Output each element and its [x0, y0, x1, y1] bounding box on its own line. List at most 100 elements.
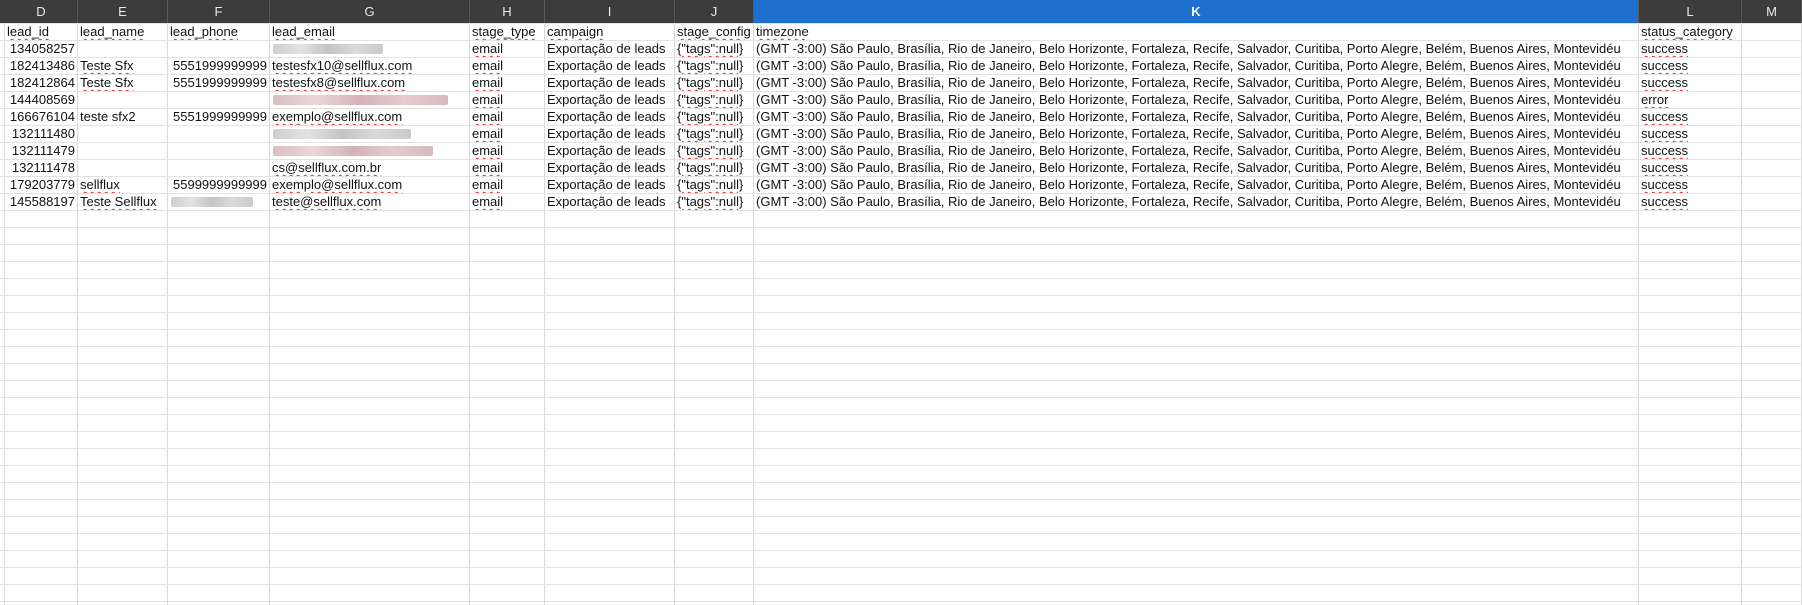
- cell-timezone[interactable]: (GMT -3:00) São Paulo, Brasília, Rio de …: [754, 108, 1639, 125]
- cell-lead-name[interactable]: [78, 142, 168, 159]
- cell-stage-type[interactable]: email: [470, 74, 545, 91]
- spreadsheet[interactable]: DEFGHIJKLM lead_id lead_name lead_phone lea…: [0, 0, 1802, 605]
- cell-stage-type[interactable]: email: [470, 108, 545, 125]
- cell-lead-phone[interactable]: 5551999999999: [168, 57, 270, 74]
- cell-status-category[interactable]: success: [1639, 142, 1742, 159]
- cell-lead-phone[interactable]: 5551999999999: [168, 108, 270, 125]
- cell-lead-phone[interactable]: [168, 40, 270, 57]
- cell-timezone[interactable]: (GMT -3:00) São Paulo, Brasília, Rio de …: [754, 40, 1639, 57]
- column-header-f[interactable]: F: [168, 0, 270, 23]
- cell-lead-name[interactable]: [78, 91, 168, 108]
- cell-lead-email[interactable]: [270, 40, 470, 57]
- cell-stage-config[interactable]: {"tags":null}: [675, 74, 754, 91]
- table-row[interactable]: 179203779 sellflux 5599999999999 exemplo@se…: [0, 176, 1802, 193]
- cell-stage-type[interactable]: email: [470, 91, 545, 108]
- table-row[interactable]: 144408569 email Exportação de leads {"tags"…: [0, 91, 1802, 108]
- cell-stage-type[interactable]: email: [470, 176, 545, 193]
- cell-campaign[interactable]: Exportação de leads: [545, 57, 675, 74]
- column-header-l[interactable]: L: [1639, 0, 1742, 23]
- cell-stage-config[interactable]: {"tags":null}: [675, 40, 754, 57]
- cell-status-category[interactable]: success: [1639, 159, 1742, 176]
- cell-lead-id[interactable]: 166676104: [5, 108, 78, 125]
- cell-campaign[interactable]: Exportação de leads: [545, 74, 675, 91]
- cell-lead-id[interactable]: 132111478: [5, 159, 78, 176]
- column-header-i[interactable]: I: [545, 0, 675, 23]
- cell-lead-name[interactable]: [78, 159, 168, 176]
- cell-lead-id[interactable]: 182412864: [5, 74, 78, 91]
- cell-timezone[interactable]: (GMT -3:00) São Paulo, Brasília, Rio de …: [754, 74, 1639, 91]
- cell-status-category[interactable]: error: [1639, 91, 1742, 108]
- cell-timezone[interactable]: (GMT -3:00) São Paulo, Brasília, Rio de …: [754, 159, 1639, 176]
- cell-lead-phone[interactable]: 5551999999999: [168, 74, 270, 91]
- cell-status-category[interactable]: success: [1639, 193, 1742, 210]
- cell-campaign[interactable]: Exportação de leads: [545, 159, 675, 176]
- table-row[interactable]: 166676104 teste sfx2 5551999999999 exemplo@…: [0, 108, 1802, 125]
- column-header-h[interactable]: H: [470, 0, 545, 23]
- cell-stage-type[interactable]: email: [470, 159, 545, 176]
- column-header-m[interactable]: M: [1742, 0, 1802, 23]
- cell-lead-phone[interactable]: [168, 193, 270, 210]
- cell-status-category[interactable]: success: [1639, 108, 1742, 125]
- header-cell-lead-id[interactable]: lead_id: [5, 23, 78, 40]
- cell-stage-config[interactable]: {"tags":null}: [675, 159, 754, 176]
- cell-stage-config[interactable]: {"tags":null}: [675, 57, 754, 74]
- cell-lead-phone[interactable]: 5599999999999: [168, 176, 270, 193]
- table-row[interactable]: 132111480 email Exportação de leads {"tags"…: [0, 125, 1802, 142]
- cell-timezone[interactable]: (GMT -3:00) São Paulo, Brasília, Rio de …: [754, 193, 1639, 210]
- cell-campaign[interactable]: Exportação de leads: [545, 193, 675, 210]
- cell-campaign[interactable]: Exportação de leads: [545, 176, 675, 193]
- cell-lead-id[interactable]: 179203779: [5, 176, 78, 193]
- cell-lead-id[interactable]: 132111480: [5, 125, 78, 142]
- cell-stage-config[interactable]: {"tags":null}: [675, 91, 754, 108]
- cell-lead-email[interactable]: teste@sellflux.com: [270, 193, 470, 210]
- cell-lead-id[interactable]: 144408569: [5, 91, 78, 108]
- cell-lead-id[interactable]: 132111479: [5, 142, 78, 159]
- cell-stage-type[interactable]: email: [470, 57, 545, 74]
- header-cell-stage-type[interactable]: stage_type: [470, 23, 545, 40]
- table-row[interactable]: 132111478 cs@sellflux.com.br email Exportaç…: [0, 159, 1802, 176]
- cell-lead-phone[interactable]: [168, 91, 270, 108]
- cell-lead-name[interactable]: Teste Sellflux: [78, 193, 168, 210]
- cell-lead-phone[interactable]: [168, 159, 270, 176]
- header-cell-campaign[interactable]: campaign: [545, 23, 675, 40]
- cell-timezone[interactable]: (GMT -3:00) São Paulo, Brasília, Rio de …: [754, 57, 1639, 74]
- cell-lead-name[interactable]: sellflux: [78, 176, 168, 193]
- cell-campaign[interactable]: Exportação de leads: [545, 125, 675, 142]
- header-cell-lead-email[interactable]: lead_email: [270, 23, 470, 40]
- cell-lead-phone[interactable]: [168, 125, 270, 142]
- cell-status-category[interactable]: success: [1639, 74, 1742, 91]
- table-row[interactable]: 182412864 Teste Sfx 5551999999999 testesfx8…: [0, 74, 1802, 91]
- cell-lead-email[interactable]: cs@sellflux.com.br: [270, 159, 470, 176]
- cell-stage-type[interactable]: email: [470, 125, 545, 142]
- cell-status-category[interactable]: success: [1639, 125, 1742, 142]
- header-cell-lead-phone[interactable]: lead_phone: [168, 23, 270, 40]
- cell-status-category[interactable]: success: [1639, 176, 1742, 193]
- header-cell-stage-config[interactable]: stage_config: [675, 23, 754, 40]
- cell-stage-config[interactable]: {"tags":null}: [675, 142, 754, 159]
- header-cell-timezone[interactable]: timezone: [754, 23, 1639, 40]
- cell-lead-email[interactable]: testesfx8@sellflux.com: [270, 74, 470, 91]
- cell-lead-email[interactable]: exemplo@sellflux.com: [270, 108, 470, 125]
- cell-lead-email[interactable]: [270, 125, 470, 142]
- header-cell-status-category[interactable]: status_category: [1639, 23, 1742, 40]
- cell-lead-name[interactable]: [78, 125, 168, 142]
- cell-campaign[interactable]: Exportação de leads: [545, 91, 675, 108]
- cell-lead-id[interactable]: 145588197: [5, 193, 78, 210]
- cell-lead-email[interactable]: [270, 91, 470, 108]
- cell-lead-name[interactable]: [78, 40, 168, 57]
- cell-campaign[interactable]: Exportação de leads: [545, 142, 675, 159]
- cell-lead-phone[interactable]: [168, 142, 270, 159]
- cell-lead-email[interactable]: testesfx10@sellflux.com: [270, 57, 470, 74]
- cell-stage-config[interactable]: {"tags":null}: [675, 176, 754, 193]
- column-header-d[interactable]: D: [5, 0, 78, 23]
- column-header-g[interactable]: G: [270, 0, 470, 23]
- cell-timezone[interactable]: (GMT -3:00) São Paulo, Brasília, Rio de …: [754, 91, 1639, 108]
- table-row[interactable]: 182413486 Teste Sfx 5551999999999 testesfx1…: [0, 57, 1802, 74]
- cell-stage-config[interactable]: {"tags":null}: [675, 125, 754, 142]
- cell-timezone[interactable]: (GMT -3:00) São Paulo, Brasília, Rio de …: [754, 176, 1639, 193]
- column-header-j[interactable]: J: [675, 0, 754, 23]
- table-row[interactable]: 145588197 Teste Sellflux teste@sellflux.co…: [0, 193, 1802, 210]
- cell-campaign[interactable]: Exportação de leads: [545, 40, 675, 57]
- cell-status-category[interactable]: success: [1639, 40, 1742, 57]
- cell-status-category[interactable]: success: [1639, 57, 1742, 74]
